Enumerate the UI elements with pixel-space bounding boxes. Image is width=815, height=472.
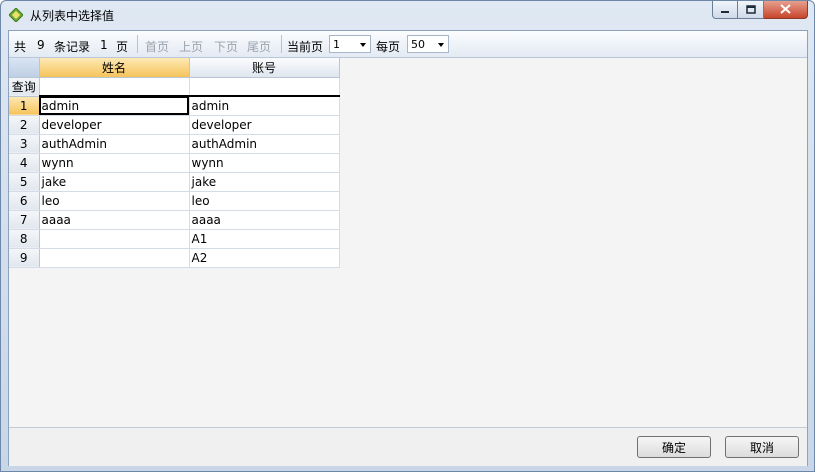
first-page-button[interactable]: 首页: [145, 38, 169, 55]
cell-account[interactable]: wynn: [189, 153, 340, 173]
cell-account[interactable]: A1: [189, 229, 340, 249]
table-row[interactable]: 7 aaaa aaaa: [9, 210, 340, 230]
row-number: 2: [9, 115, 40, 135]
column-header-name[interactable]: 姓名: [39, 58, 190, 78]
cell-name[interactable]: [39, 248, 190, 268]
window-controls: [712, 1, 808, 21]
cell-account[interactable]: authAdmin: [189, 134, 340, 154]
maximize-icon: [745, 3, 756, 17]
table-row[interactable]: 2 developer developer: [9, 115, 340, 135]
data-grid: 姓名 账号 查询 1 admin admin 2 developer devel…: [9, 58, 340, 268]
cancel-button[interactable]: 取消: [725, 436, 799, 458]
table-row[interactable]: 5 jake jake: [9, 172, 340, 192]
filter-label: 查询: [9, 77, 40, 97]
row-number: 9: [9, 248, 40, 268]
column-header-account[interactable]: 账号: [189, 58, 340, 78]
last-page-button[interactable]: 尾页: [247, 38, 271, 55]
cell-account[interactable]: jake: [189, 172, 340, 192]
per-page-select[interactable]: 50: [407, 35, 449, 53]
minimize-button[interactable]: [712, 1, 738, 19]
total-prefix: 共: [14, 40, 27, 54]
table-row[interactable]: 8 A1: [9, 229, 340, 249]
grid-header-row: 姓名 账号: [9, 58, 340, 78]
row-number: 1: [9, 96, 40, 116]
window-title: 从列表中选择值: [30, 9, 115, 23]
table-row[interactable]: 4 wynn wynn: [9, 153, 340, 173]
filter-row: 查询: [9, 77, 340, 97]
chevron-down-icon: [360, 43, 366, 47]
grid-area: 姓名 账号 查询 1 admin admin 2 developer devel…: [9, 58, 807, 427]
cell-name[interactable]: jake: [39, 172, 190, 192]
table-row[interactable]: 9 A2: [9, 248, 340, 268]
current-page-label: 当前页: [287, 40, 324, 54]
cell-name[interactable]: authAdmin: [39, 134, 190, 154]
pager-toolbar: 共 9 条记录 1 页 首页 上页 下页 尾页 当前页 1 每页 50: [9, 31, 807, 58]
next-page-button[interactable]: 下页: [214, 38, 238, 55]
table-row[interactable]: 3 authAdmin authAdmin: [9, 134, 340, 154]
ok-button[interactable]: 确定: [637, 436, 711, 458]
per-page-label: 每页: [376, 40, 401, 54]
row-number: 4: [9, 153, 40, 173]
records-label: 条记录: [54, 40, 91, 54]
per-page-value: 50: [411, 38, 425, 51]
row-number: 5: [9, 172, 40, 192]
title-bar[interactable]: 从列表中选择值: [1, 1, 814, 29]
cell-account[interactable]: developer: [189, 115, 340, 135]
cell-name[interactable]: leo: [39, 191, 190, 211]
cell-account[interactable]: aaaa: [189, 210, 340, 230]
close-button[interactable]: [764, 1, 808, 19]
cell-name[interactable]: wynn: [39, 153, 190, 173]
filter-input-account[interactable]: [189, 77, 340, 97]
toolbar-separator: [137, 35, 138, 53]
app-diamond-icon: [8, 7, 24, 23]
maximize-button[interactable]: [738, 1, 764, 19]
dialog-footer: 确定 取消: [9, 427, 807, 466]
table-row[interactable]: 6 leo leo: [9, 191, 340, 211]
cell-account[interactable]: admin: [189, 96, 340, 116]
cell-name[interactable]: [39, 229, 190, 249]
toolbar-separator: [281, 35, 282, 53]
prev-page-button[interactable]: 上页: [179, 38, 203, 55]
grid-corner-select-all[interactable]: [9, 58, 40, 78]
row-number: 7: [9, 210, 40, 230]
minimize-icon: [720, 3, 730, 17]
dialog-client-area: 共 9 条记录 1 页 首页 上页 下页 尾页 当前页 1 每页 50 姓名 账…: [8, 30, 808, 466]
row-number: 8: [9, 229, 40, 249]
table-row[interactable]: 1 admin admin: [9, 96, 340, 116]
cell-account[interactable]: A2: [189, 248, 340, 268]
current-page-select[interactable]: 1: [329, 35, 371, 53]
page-unit: 页: [116, 40, 129, 54]
cell-name[interactable]: aaaa: [39, 210, 190, 230]
page-count: 1: [100, 38, 108, 52]
current-page-value: 1: [333, 38, 340, 51]
chevron-down-icon: [438, 43, 444, 47]
row-number: 3: [9, 134, 40, 154]
total-count: 9: [37, 38, 45, 52]
filter-input-name[interactable]: [39, 77, 190, 97]
cell-name[interactable]: developer: [39, 115, 190, 135]
close-icon: [780, 3, 791, 17]
dialog-window: 从列表中选择值 共 9 条记录 1 页 首页 上页 下页 尾页 当前页 1 每页…: [0, 0, 815, 472]
cell-name[interactable]: admin: [39, 96, 190, 116]
row-number: 6: [9, 191, 40, 211]
cell-account[interactable]: leo: [189, 191, 340, 211]
